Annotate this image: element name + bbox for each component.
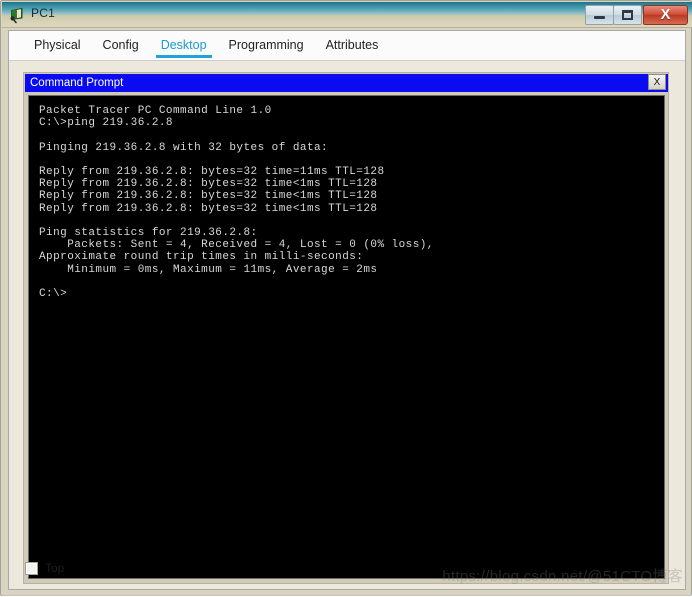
terminal-line: C:\>ping 219.36.2.8 bbox=[39, 117, 173, 130]
maximize-button[interactable] bbox=[613, 4, 642, 25]
terminal-line: Packets: Sent = 4, Received = 4, Lost = … bbox=[39, 239, 434, 252]
tab-desktop[interactable]: Desktop bbox=[150, 31, 218, 58]
tab-physical[interactable]: Physical bbox=[23, 31, 92, 58]
terminal-line: Approximate round trip times in milli-se… bbox=[39, 251, 364, 264]
top-checkbox[interactable] bbox=[25, 561, 38, 575]
command-prompt-window: Command Prompt X Packet Tracer PC Comman… bbox=[23, 72, 669, 584]
close-button[interactable]: X bbox=[643, 4, 688, 25]
close-icon: X bbox=[660, 6, 671, 23]
terminal-line: Reply from 219.36.2.8: bytes=32 time<1ms… bbox=[39, 178, 378, 191]
tab-config[interactable]: Config bbox=[92, 31, 150, 58]
terminal-line: Reply from 219.36.2.8: bytes=32 time<1ms… bbox=[39, 190, 378, 203]
bottom-bar: Top bbox=[9, 554, 685, 589]
command-prompt-close-button[interactable]: X bbox=[648, 74, 666, 90]
pc-device-icon bbox=[10, 7, 23, 24]
terminal-prompt-line: C:\> bbox=[39, 288, 68, 301]
terminal-output[interactable]: Packet Tracer PC Command Line 1.0 C:\>pi… bbox=[28, 95, 665, 579]
top-checkbox-row[interactable]: Top bbox=[25, 561, 64, 575]
terminal-line: Reply from 219.36.2.8: bytes=32 time<1ms… bbox=[39, 202, 378, 215]
command-prompt-titlebar[interactable]: Command Prompt bbox=[25, 74, 668, 92]
maximize-icon bbox=[622, 9, 633, 20]
tab-bar: Physical Config Desktop Programming Attr… bbox=[9, 31, 685, 61]
window-title: PC1 bbox=[31, 6, 55, 20]
terminal-line: Ping statistics for 219.36.2.8: bbox=[39, 227, 258, 240]
minimize-button[interactable] bbox=[585, 4, 614, 25]
tab-programming[interactable]: Programming bbox=[218, 31, 315, 58]
terminal-line: Reply from 219.36.2.8: bytes=32 time=11m… bbox=[39, 166, 385, 179]
desktop-pane: Command Prompt X Packet Tracer PC Comman… bbox=[9, 61, 685, 589]
window-titlebar[interactable]: PC1 X bbox=[2, 2, 692, 28]
terminal-line: Packet Tracer PC Command Line 1.0 bbox=[39, 105, 272, 117]
client-area: Physical Config Desktop Programming Attr… bbox=[8, 30, 686, 590]
terminal-line: Minimum = 0ms, Maximum = 11ms, Average =… bbox=[39, 263, 378, 276]
pc1-window: PC1 X Physical Config Desktop Programmin… bbox=[0, 0, 692, 597]
top-checkbox-label: Top bbox=[45, 561, 65, 575]
minimize-icon bbox=[594, 16, 605, 19]
command-prompt-title: Command Prompt bbox=[30, 77, 124, 89]
terminal-line: Pinging 219.36.2.8 with 32 bytes of data… bbox=[39, 141, 329, 154]
tab-attributes[interactable]: Attributes bbox=[315, 31, 390, 58]
window-controls: X bbox=[585, 4, 688, 25]
